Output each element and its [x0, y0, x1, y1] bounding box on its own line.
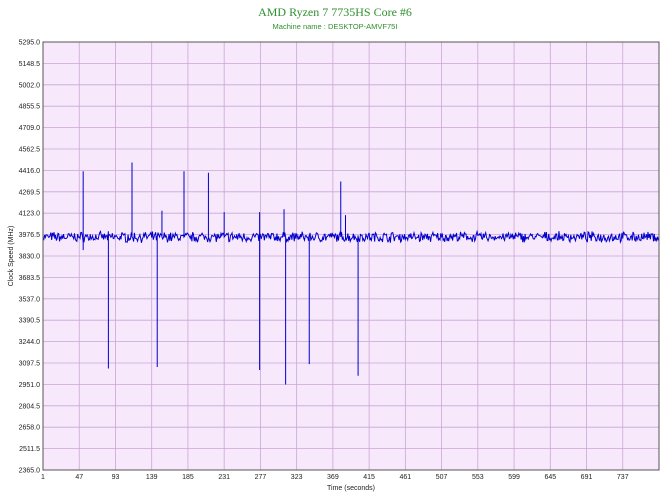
x-tick-label: 737 — [617, 474, 629, 481]
y-tick-label: 3830.0 — [19, 254, 41, 261]
x-tick-label: 185 — [182, 474, 194, 481]
y-tick-label: 4855.5 — [19, 104, 41, 111]
x-tick-label: 645 — [544, 474, 556, 481]
x-tick-label: 415 — [363, 474, 375, 481]
x-tick-label: 139 — [146, 474, 158, 481]
y-tick-label: 3097.5 — [19, 361, 41, 368]
y-tick-label: 3976.5 — [19, 232, 41, 239]
x-tick-label: 277 — [255, 474, 267, 481]
y-tick-label: 4416.0 — [19, 168, 41, 175]
y-tick-label: 4562.5 — [19, 147, 41, 154]
clock-speed-chart: 5295.0 5148.5 5002.0 4855.5 4709.0 4562.5 4416… — [8, 40, 660, 492]
x-tick-label: 231 — [218, 474, 230, 481]
y-tick-label: 5295.0 — [19, 40, 41, 47]
grid-lines — [42, 41, 659, 471]
x-tick-label: 47 — [75, 474, 83, 481]
x-tick-label: 93 — [112, 474, 120, 481]
x-tick-label: 1 — [41, 474, 45, 481]
x-axis-label: Time (seconds) — [327, 485, 375, 492]
y-tick-label: 2951.0 — [19, 382, 41, 389]
x-tick-label: 507 — [436, 474, 448, 481]
y-tick-label: 5148.5 — [19, 61, 41, 68]
y-tick-label: 2511.5 — [19, 446, 40, 453]
x-tick-label: 553 — [472, 474, 484, 481]
y-tick-label: 2658.0 — [19, 425, 41, 432]
y-axis-ticks: 5295.0 5148.5 5002.0 4855.5 4709.0 4562.5 4416… — [19, 40, 41, 475]
x-axis-ticks: 1 47 93 139 185 231 277 323 369 415 461 507 553 599 64… — [41, 474, 629, 481]
y-tick-label: 3683.5 — [19, 275, 41, 282]
y-tick-label: 3537.0 — [19, 296, 41, 303]
y-tick-label: 3244.0 — [19, 339, 41, 346]
y-tick-label: 2365.0 — [19, 468, 41, 475]
y-tick-label: 4269.5 — [19, 189, 41, 196]
y-tick-label: 3390.5 — [19, 318, 41, 325]
x-tick-label: 369 — [327, 474, 339, 481]
y-axis-label: Clock Speed (MHz) — [8, 226, 15, 287]
x-tick-label: 323 — [291, 474, 303, 481]
y-tick-label: 5002.0 — [19, 82, 41, 89]
x-tick-label: 691 — [581, 474, 593, 481]
y-tick-label: 4123.0 — [19, 211, 41, 218]
y-tick-label: 4709.0 — [19, 125, 41, 132]
x-tick-label: 461 — [400, 474, 412, 481]
x-tick-label: 599 — [508, 474, 520, 481]
y-tick-label: 2804.5 — [19, 403, 41, 410]
